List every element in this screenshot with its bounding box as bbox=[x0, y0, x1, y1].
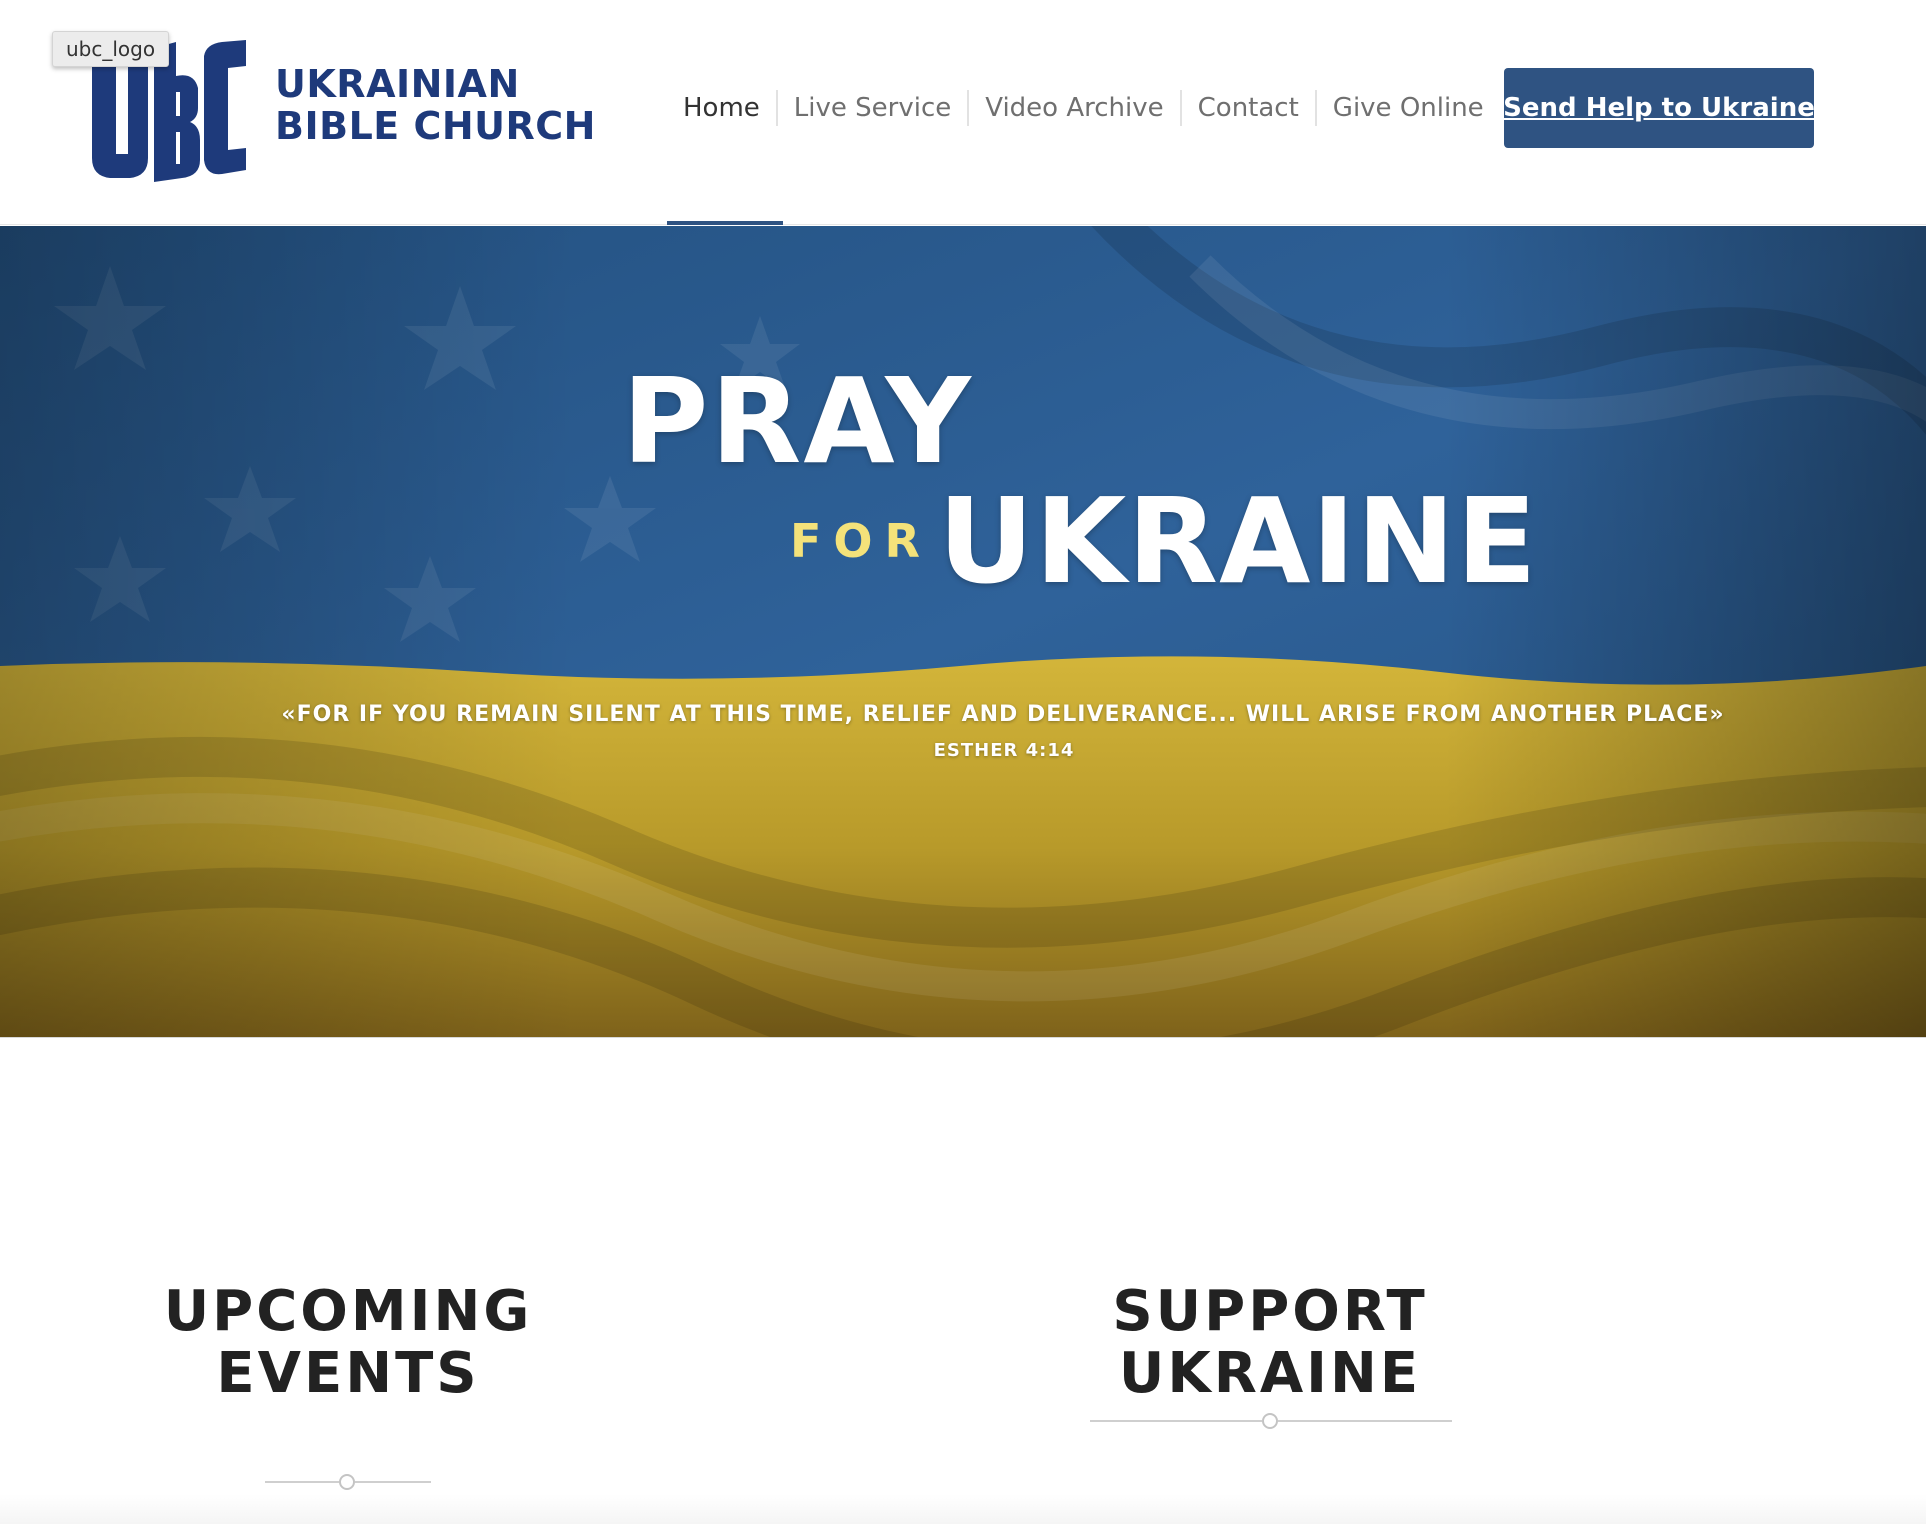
events-divider bbox=[265, 1474, 431, 1490]
logo-wordmark: UKRAINIAN BIBLE CHURCH bbox=[275, 63, 596, 147]
hero-title-pray: PRAY bbox=[622, 352, 973, 490]
hero-title-ukraine: UKRAINE bbox=[938, 472, 1538, 610]
nav-item-give-online: Give Online bbox=[1317, 68, 1500, 148]
bottom-fade bbox=[0, 1494, 1926, 1524]
nav-link-home[interactable]: Home bbox=[667, 93, 776, 123]
logo-tooltip: ubc_logo bbox=[52, 31, 170, 67]
logo-line-1: UKRAINIAN bbox=[275, 62, 520, 106]
nav-link-live-service[interactable]: Live Service bbox=[778, 93, 967, 123]
nav-link-contact[interactable]: Contact bbox=[1182, 93, 1315, 123]
hero-title-for: FOR bbox=[790, 514, 932, 568]
site-header: UKRAINIAN BIBLE CHURCH ubc_logo Home Liv… bbox=[0, 0, 1926, 225]
nav-item-video-archive: Video Archive bbox=[969, 68, 1182, 148]
hero-title-block: PRAY FOR UKRAINE «FOR IF YOU REMAIN SILE… bbox=[0, 226, 1926, 1037]
support-ukraine-heading: SUPPORT UKRAINE bbox=[1112, 1279, 1428, 1406]
upcoming-events-line-1: UPCOMING bbox=[163, 1279, 533, 1344]
nav-active-indicator bbox=[667, 221, 783, 225]
hero-citation: ESTHER 4:14 bbox=[933, 740, 1075, 761]
main-nav: Home Live Service Video Archive Contact … bbox=[667, 68, 1500, 148]
nav-link-give-online[interactable]: Give Online bbox=[1317, 93, 1500, 123]
support-divider bbox=[1090, 1413, 1452, 1429]
upcoming-events-line-2: EVENTS bbox=[216, 1341, 480, 1406]
hero-quote: «FOR IF YOU REMAIN SILENT AT THIS TIME, … bbox=[281, 702, 1725, 727]
upcoming-events-heading: UPCOMING EVENTS bbox=[148, 1281, 548, 1405]
hero-banner: PRAY FOR UKRAINE «FOR IF YOU REMAIN SILE… bbox=[0, 226, 1926, 1038]
nav-item-live-service: Live Service bbox=[778, 68, 970, 148]
logo-line-2: BIBLE CHURCH bbox=[275, 104, 596, 148]
nav-item-contact: Contact bbox=[1182, 68, 1317, 148]
nav-link-video-archive[interactable]: Video Archive bbox=[969, 93, 1179, 123]
send-help-button[interactable]: Send Help to Ukraine bbox=[1503, 68, 1815, 148]
nav-item-home: Home bbox=[667, 68, 778, 148]
